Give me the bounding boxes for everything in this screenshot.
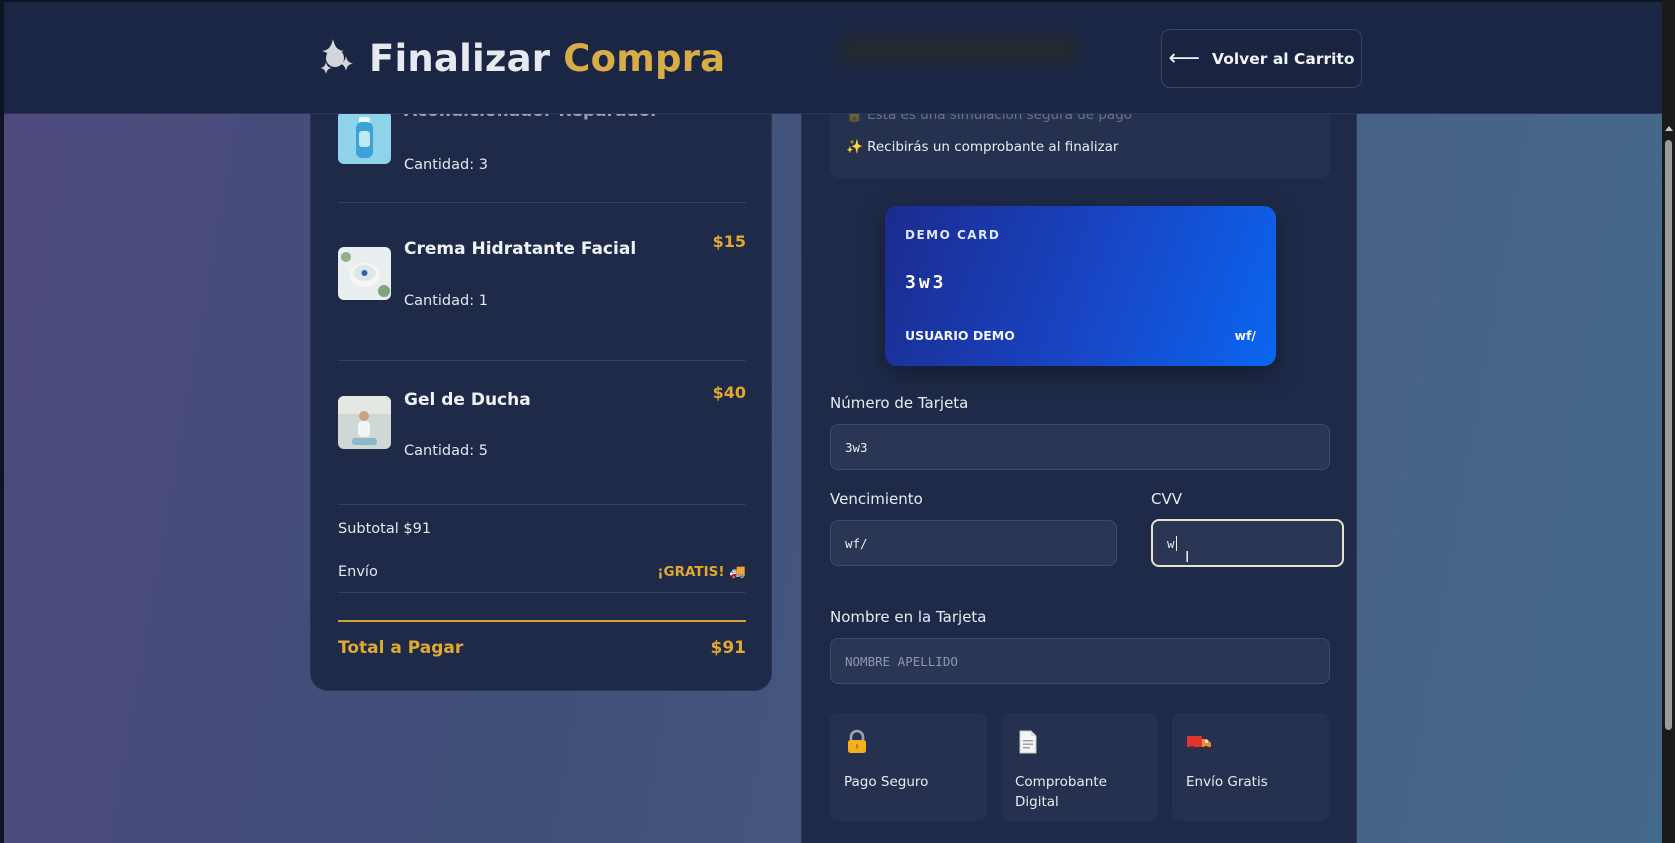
- feature-digital-receipt: Comprobante Digital: [1001, 713, 1158, 821]
- product-thumbnail: [338, 247, 391, 300]
- feature-free-shipping: Envío Gratis: [1172, 713, 1329, 821]
- scroll-up-arrow-icon[interactable]: [1665, 126, 1673, 131]
- back-to-cart-button[interactable]: ⟵ Volver al Carrito: [1161, 29, 1362, 88]
- back-to-cart-label: Volver al Carrito: [1212, 49, 1355, 68]
- brand: Finalizar Compra: [313, 36, 725, 80]
- card-holder-preview: USUARIO DEMO: [905, 328, 1015, 343]
- card-label: DEMO CARD: [905, 228, 1001, 242]
- item-price: $15: [712, 232, 746, 251]
- page-title: Finalizar Compra: [369, 37, 725, 80]
- card-name-input[interactable]: NOMBRE APELLIDO: [830, 638, 1330, 684]
- cvv-label: CVV: [1151, 490, 1182, 508]
- text-cursor-icon: I: [1185, 548, 1190, 566]
- feature-label: Comprobante Digital: [1015, 774, 1107, 810]
- feature-label: Pago Seguro: [844, 774, 929, 790]
- shipping-label: Envío: [338, 564, 378, 580]
- scrollbar-thumb[interactable]: [1665, 140, 1672, 730]
- item-name: Crema Hidratante Facial: [404, 239, 637, 259]
- card-expiry-preview: wf/: [1234, 328, 1256, 343]
- total-divider: [338, 620, 746, 622]
- total-row: Total a Pagar $91: [338, 638, 746, 658]
- item-quantity: Cantidad: 1: [404, 293, 488, 309]
- subtotal-row: Subtotal $91: [338, 521, 746, 537]
- card-number-input[interactable]: 3w3: [830, 424, 1330, 470]
- divider: [338, 360, 746, 361]
- divider: [338, 202, 746, 203]
- product-thumbnail: [338, 111, 391, 164]
- payment-panel: 🔒 Esta es una simulación segura de pago …: [801, 60, 1357, 843]
- text-caret: [1175, 535, 1177, 551]
- cvv-input[interactable]: w: [1151, 519, 1344, 567]
- expiry-label: Vencimiento: [830, 490, 923, 508]
- cvv-value: w: [1167, 535, 1175, 551]
- blurred-header-element: [839, 35, 1079, 65]
- page-title-part1: Finalizar: [369, 36, 551, 80]
- product-thumbnail: [338, 396, 391, 449]
- divider: [338, 592, 746, 593]
- feature-label: Envío Gratis: [1186, 774, 1268, 790]
- arrow-left-icon: ⟵: [1168, 45, 1201, 71]
- order-summary-panel: Acondicionador Reparador Cantidad: 3 Cre…: [310, 60, 772, 691]
- item-price: $40: [712, 383, 746, 402]
- expiry-input[interactable]: wf/: [830, 520, 1117, 566]
- total-label: Total a Pagar: [338, 638, 464, 658]
- page-header: Finalizar Compra ⟵ Volver al Carrito: [4, 2, 1664, 114]
- item-quantity: Cantidad: 3: [404, 157, 488, 173]
- window-frame-left: [0, 0, 4, 843]
- subtotal-label: Subtotal $91: [338, 521, 432, 537]
- truck-icon: [1187, 736, 1211, 752]
- divider: [338, 504, 746, 505]
- card-number-label: Número de Tarjeta: [830, 394, 969, 412]
- shipping-row: Envío ¡GRATIS! 🚚: [338, 564, 746, 580]
- document-icon: [1019, 730, 1037, 754]
- feature-secure-payment: Pago Seguro: [830, 713, 987, 821]
- lock-icon: [848, 729, 866, 753]
- card-name-label: Nombre en la Tarjeta: [830, 608, 987, 626]
- vertical-scrollbar[interactable]: [1662, 0, 1675, 843]
- total-value: $91: [710, 638, 747, 658]
- item-quantity: Cantidad: 5: [404, 443, 488, 459]
- card-preview: DEMO CARD 3w3 USUARIO DEMO wf/: [885, 206, 1276, 366]
- sparkle-logo-icon: [320, 39, 353, 74]
- page-title-part2: Compra: [563, 36, 726, 80]
- shipping-value: ¡GRATIS! 🚚: [657, 564, 746, 580]
- item-name: Gel de Ducha: [404, 390, 531, 410]
- notice-line: ✨ Recibirás un comprobante al finalizar: [846, 139, 1119, 155]
- card-number-preview: 3w3: [905, 272, 947, 293]
